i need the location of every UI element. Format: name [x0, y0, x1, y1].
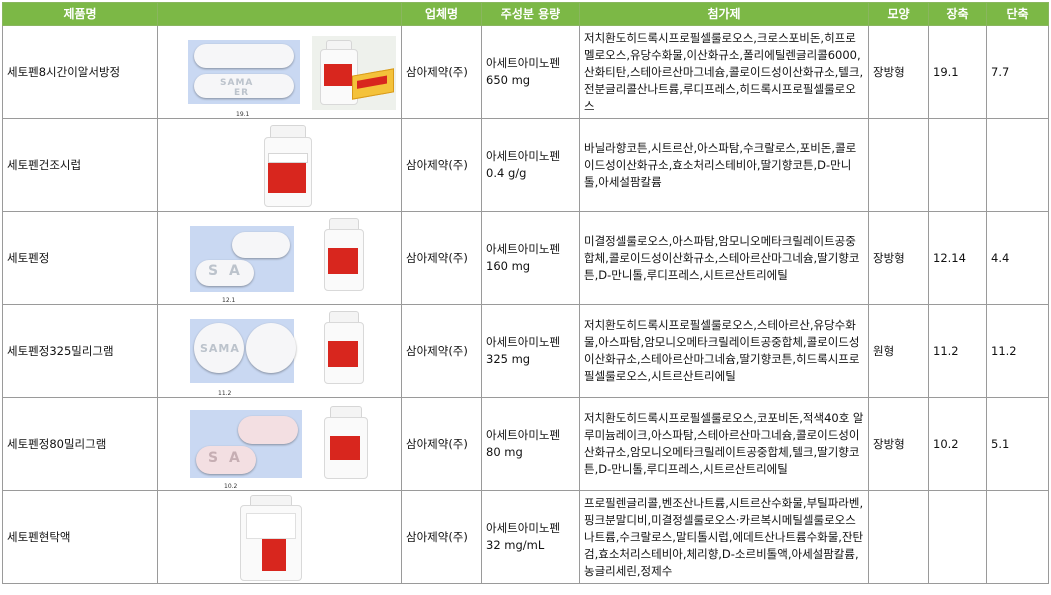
company-name: 삼아제약(주)	[401, 490, 482, 584]
ingredient-cell: 아세트아미노펜 650 mg	[481, 25, 580, 119]
product-name: 세토펜정80밀리그램	[2, 397, 158, 491]
tablet-engraving: SAMA	[200, 342, 240, 355]
tablet-image: S A	[196, 260, 254, 286]
header-long-axis: 장축	[928, 2, 987, 26]
header-row: 제품명 업체명 주성분 용량 첨가제 모양 장축 단축	[2, 2, 1049, 26]
ingredient-dose: 650 mg	[486, 73, 531, 87]
ingredient-name: 아세트아미노펜	[486, 335, 561, 349]
product-name: 세토펜8시간이알서방정	[2, 25, 158, 119]
company-name: 삼아제약(주)	[401, 211, 482, 305]
header-additives: 첨가제	[579, 2, 869, 26]
shape	[868, 490, 929, 584]
tablet-engraving: S A	[208, 450, 243, 466]
table-row: 세토펜현탁액 삼아제약(주) 아세트아미노펜 32 mg/mL 프로필렌글리콜,…	[2, 490, 1049, 584]
table-row: 세토펜정80밀리그램 S A 10.2 삼아제약(주) 아세트아미노펜 80 m…	[2, 397, 1049, 491]
additives: 저치환도히드록시프로필셀룰로오스,크로스포비돈,히프로멜로오스,유당수화물,이산…	[579, 25, 869, 119]
tablet-image: S A	[196, 446, 256, 474]
long-axis	[928, 118, 987, 212]
tablet-image: SAMA	[194, 323, 244, 373]
short-axis	[986, 118, 1049, 212]
shape: 원형	[868, 304, 929, 398]
ingredient-name: 아세트아미노펜	[486, 56, 561, 70]
product-name: 세토펜건조시럽	[2, 118, 158, 212]
header-image	[157, 2, 402, 26]
ingredient-name: 아세트아미노펜	[486, 242, 561, 256]
tablet-image	[238, 416, 298, 444]
header-name: 제품명	[2, 2, 158, 26]
ingredient-cell: 아세트아미노펜 325 mg	[481, 304, 580, 398]
shape: 장방형	[868, 25, 929, 119]
additives: 저치환도히드록시프로필셀룰로오스,코포비돈,적색40호 알루미늄레이크,아스파탐…	[579, 397, 869, 491]
tablet-engraving: S A	[208, 263, 243, 279]
ingredient-dose: 325 mg	[486, 352, 531, 366]
tablet-dimension-label: 12.1	[222, 297, 236, 304]
long-axis: 12.14	[928, 211, 987, 305]
table-row: 세토펜정 S A 12.1 삼아제약(주) 아세트아미노펜 160 mg 미결정…	[2, 211, 1049, 305]
product-image: S A 10.2	[157, 397, 402, 491]
table-row: 세토펜정325밀리그램 SAMA 11.2 삼아제약(주) 아세트아미노펜 32…	[2, 304, 1049, 398]
shape: 장방형	[868, 211, 929, 305]
company-name: 삼아제약(주)	[401, 25, 482, 119]
ingredient-cell: 아세트아미노펜 160 mg	[481, 211, 580, 305]
product-image: SAMA 11.2	[157, 304, 402, 398]
tablet-dimension-label: 19.1	[236, 111, 250, 118]
short-axis: 5.1	[986, 397, 1049, 491]
product-name: 세토펜정325밀리그램	[2, 304, 158, 398]
additives: 저치환도히드록시프로필셀룰로오스,스테아르산,유당수화물,아스파탐,암모니오메타…	[579, 304, 869, 398]
table-row: 세토펜8시간이알서방정 SAMA ER 19.1 삼아제약(주) 아세트아미노펜…	[2, 25, 1049, 119]
tablet-image	[246, 323, 296, 373]
additives: 프로필렌글리콜,벤조산나트륨,시트르산수화물,부틸파라벤,핑크분말디비,미결정셀…	[579, 490, 869, 584]
table-row: 세토펜건조시럽 삼아제약(주) 아세트아미노펜 0.4 g/g 바닐라향코튼,시…	[2, 118, 1049, 212]
product-image	[157, 490, 402, 584]
header-company: 업체명	[401, 2, 482, 26]
tablet-engraving: ER	[234, 88, 250, 98]
drug-table: 제품명 업체명 주성분 용량 첨가제 모양 장축 단축 세토펜8시간이알서방정 …	[2, 2, 1049, 584]
ingredient-cell: 아세트아미노펜 32 mg/mL	[481, 490, 580, 584]
ingredient-dose: 0.4 g/g	[486, 166, 527, 180]
short-axis: 11.2	[986, 304, 1049, 398]
bottle-image	[322, 406, 368, 479]
ingredient-name: 아세트아미노펜	[486, 521, 561, 535]
company-name: 삼아제약(주)	[401, 118, 482, 212]
ingredient-dose: 32 mg/mL	[486, 538, 545, 552]
additives: 바닐라향코튼,시트르산,아스파탐,수크랄로스,포비돈,콜로이드성이산화규소,효소…	[579, 118, 869, 212]
product-name: 세토펜현탁액	[2, 490, 158, 584]
long-axis: 19.1	[928, 25, 987, 119]
ingredient-cell: 아세트아미노펜 0.4 g/g	[481, 118, 580, 212]
product-image: SAMA ER 19.1	[157, 25, 402, 119]
tablet-dimension-label: 10.2	[224, 483, 238, 490]
short-axis: 4.4	[986, 211, 1049, 305]
ingredient-name: 아세트아미노펜	[486, 149, 561, 163]
shape: 장방형	[868, 397, 929, 491]
header-short-axis: 단축	[986, 2, 1049, 26]
bottle-image	[262, 125, 312, 207]
ingredient-cell: 아세트아미노펜 80 mg	[481, 397, 580, 491]
header-ingredient: 주성분 용량	[481, 2, 580, 26]
long-axis: 11.2	[928, 304, 987, 398]
company-name: 삼아제약(주)	[401, 397, 482, 491]
additives: 미결정셀룰로오스,아스파탐,암모니오메타크릴레이트공중합체,콜로이드성이산화규소…	[579, 211, 869, 305]
product-name: 세토펜정	[2, 211, 158, 305]
ingredient-dose: 160 mg	[486, 259, 531, 273]
short-axis: 7.7	[986, 25, 1049, 119]
tablet-image	[194, 44, 294, 68]
tablet-image: SAMA ER	[194, 74, 294, 98]
long-axis: 10.2	[928, 397, 987, 491]
header-shape: 모양	[868, 2, 929, 26]
product-image: S A 12.1	[157, 211, 402, 305]
product-image	[157, 118, 402, 212]
company-name: 삼아제약(주)	[401, 304, 482, 398]
bottle-image	[238, 495, 302, 581]
long-axis	[928, 490, 987, 584]
shape	[868, 118, 929, 212]
bottle-image	[322, 218, 364, 291]
short-axis	[986, 490, 1049, 584]
tablet-dimension-label: 11.2	[218, 390, 232, 397]
tablet-image	[232, 232, 290, 258]
bottle-image	[322, 311, 364, 384]
ingredient-name: 아세트아미노펜	[486, 428, 561, 442]
ingredient-dose: 80 mg	[486, 445, 523, 459]
